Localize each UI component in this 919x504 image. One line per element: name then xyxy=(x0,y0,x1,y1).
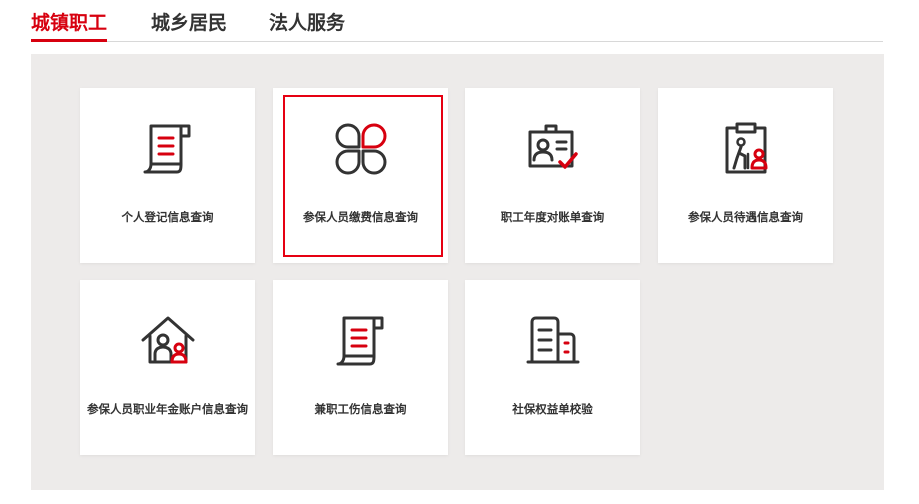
card-part-time-injury-query[interactable]: 兼职工伤信息查询 xyxy=(273,280,448,455)
tab-urban-rural-residents[interactable]: 城乡居民 xyxy=(151,10,227,40)
card-label: 参保人员职业年金账户信息查询 xyxy=(87,402,248,416)
tab-legal-entity-services[interactable]: 法人服务 xyxy=(269,10,345,40)
services-panel: 个人登记信息查询 参保人员缴费信息查询 职工年度对账单查询 参保人员待遇信息查询… xyxy=(31,54,884,490)
four-petal-icon xyxy=(330,118,392,180)
card-occupational-annuity-query[interactable]: 参保人员职业年金账户信息查询 xyxy=(80,280,255,455)
card-label: 参保人员待遇信息查询 xyxy=(688,210,803,224)
id-badge-check-icon xyxy=(522,118,584,180)
tab-urban-employees[interactable]: 城镇职工 xyxy=(31,10,108,42)
card-benefits-info-query[interactable]: 参保人员待遇信息查询 xyxy=(658,88,833,263)
house-person-icon xyxy=(137,310,199,372)
card-rights-statement-verification[interactable]: 社保权益单校验 xyxy=(465,280,640,455)
card-label: 职工年度对账单查询 xyxy=(500,210,605,224)
card-contribution-info-query[interactable]: 参保人员缴费信息查询 xyxy=(273,88,448,263)
card-annual-statement-query[interactable]: 职工年度对账单查询 xyxy=(465,88,640,263)
card-label: 参保人员缴费信息查询 xyxy=(303,210,418,224)
card-personal-registration-query[interactable]: 个人登记信息查询 xyxy=(80,88,255,263)
card-label: 个人登记信息查询 xyxy=(121,210,214,224)
scroll-document-icon xyxy=(330,310,392,372)
clipboard-elder-icon xyxy=(715,118,777,180)
card-label: 社保权益单校验 xyxy=(512,402,593,416)
tab-bar: 城镇职工 城乡居民 法人服务 xyxy=(31,0,883,42)
card-label: 兼职工伤信息查询 xyxy=(314,402,407,416)
buildings-icon xyxy=(522,310,584,372)
scroll-document-icon xyxy=(137,118,199,180)
